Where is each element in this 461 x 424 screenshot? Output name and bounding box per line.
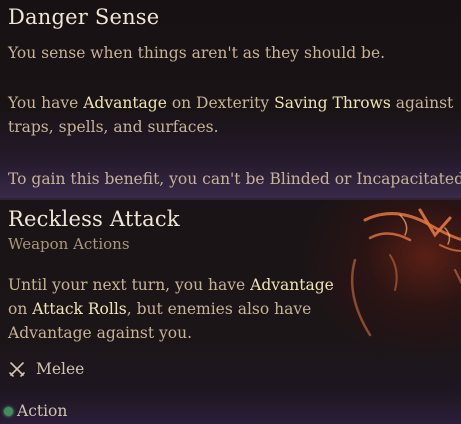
melee-range-row: Melee bbox=[8, 360, 84, 378]
reckless-attack-tooltip: Reckless Attack Weapon Actions Until you… bbox=[0, 200, 461, 424]
danger-sense-advantage-line: You have Advantage on Dexterity Saving T… bbox=[8, 94, 454, 112]
melee-label: Melee bbox=[36, 360, 85, 378]
danger-sense-advantage-line-2: traps, spells, and surfaces. bbox=[8, 118, 219, 136]
action-dot-icon bbox=[4, 406, 13, 416]
reckless-attack-line-2: on Attack Rolls, but enemies also have bbox=[8, 300, 312, 318]
keyword-saving-throws: Saving Throws bbox=[274, 94, 391, 112]
danger-sense-title: Danger Sense bbox=[8, 5, 160, 29]
crossed-swords-icon bbox=[8, 360, 26, 378]
action-label: Action bbox=[17, 402, 68, 420]
danger-sense-condition: To gain this benefit, you can't be Blind… bbox=[8, 170, 461, 188]
reckless-attack-category: Weapon Actions bbox=[8, 235, 130, 253]
keyword-advantage: Advantage bbox=[250, 276, 334, 294]
danger-sense-tooltip: Danger Sense You sense when things aren'… bbox=[0, 0, 461, 200]
danger-sense-description: You sense when things aren't as they sho… bbox=[8, 44, 386, 62]
reckless-attack-title: Reckless Attack bbox=[8, 207, 180, 231]
keyword-advantage: Advantage bbox=[83, 94, 167, 112]
keyword-attack-rolls: Attack Rolls bbox=[32, 300, 127, 318]
reckless-attack-line-1: Until your next turn, you have Advantage bbox=[8, 276, 334, 294]
reckless-attack-line-3: Advantage against you. bbox=[8, 324, 193, 342]
action-cost-row: Action bbox=[4, 402, 67, 420]
